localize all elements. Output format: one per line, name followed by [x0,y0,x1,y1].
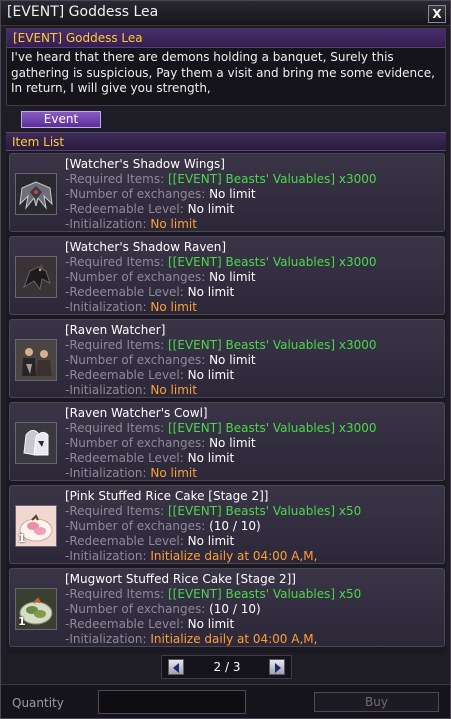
item-name: [Pink Stuffed Rice Cake [Stage 2]] [65,489,269,503]
title-bar[interactable]: [EVENT] Goddess Lea X [1,1,450,26]
initialization-value: No limit [150,383,197,397]
required-value: [[EVENT] Beasts' Valuables] x3000 [168,255,377,269]
redeemable-value: No limit [187,202,235,216]
raven-icon [15,256,57,298]
item-count: 1 [18,615,26,628]
redeemable-value: No limit [187,534,235,548]
required-value: [[EVENT] Beasts' Valuables] x3000 [168,338,377,352]
exchanges-value: No limit [209,353,256,367]
initialization-value: No limit [150,217,197,231]
initialization-label: -Initialization: [65,549,147,563]
exchanges-value: No limit [209,436,256,450]
required-label: -Required Items: [65,338,165,352]
required-label: -Required Items: [65,587,165,601]
mugwort-rice-cake-icon: 1 [15,588,57,630]
initialization-value: Initialize daily at 04:00 A,M, [150,632,318,646]
item-name: [Mugwort Stuffed Rice Cake [Stage 2]] [65,572,296,586]
exchanges-value: (10 / 10) [209,519,261,533]
purchase-bar: Quantity Buy [1,684,450,718]
npc-name-bar: [EVENT] Goddess Lea [7,29,445,48]
item-list: [Watcher's Shadow Wings] -Required Items… [6,151,446,653]
initialization-label: -Initialization: [65,300,147,314]
prev-page-button[interactable] [168,659,184,675]
exchanges-label: -Number of exchanges: [65,353,206,367]
item-count: 1 [18,532,26,545]
exchanges-label: -Number of exchanges: [65,187,206,201]
redeemable-label: -Redeemable Level: [65,617,184,631]
initialization-value: No limit [150,466,197,480]
quantity-input[interactable] [98,690,246,714]
npc-name: [EVENT] Goddess Lea [13,31,143,45]
required-label: -Required Items: [65,255,165,269]
redeemable-label: -Redeemable Level: [65,202,184,216]
list-item[interactable]: [Raven Watcher] -Required Items: [[EVENT… [9,319,445,398]
pagination: 2 / 3 [161,655,292,679]
exchanges-label: -Number of exchanges: [65,602,206,616]
buy-button[interactable]: Buy [314,692,439,712]
redeemable-value: No limit [187,617,235,631]
page-indicator: 2 / 3 [213,660,241,674]
wings-icon [15,173,57,215]
required-value: [[EVENT] Beasts' Valuables] x3000 [168,172,377,186]
item-name: [Raven Watcher's Cowl] [65,406,208,420]
pink-rice-cake-icon: 1 [15,505,57,547]
initialization-value: Initialize daily at 04:00 A,M, [150,549,318,563]
npc-exchange-window: [EVENT] Goddess Lea X [EVENT] Goddess Le… [0,0,451,719]
item-name: [Raven Watcher] [65,323,166,337]
list-item[interactable]: 1 [Pink Stuffed Rice Cake [Stage 2]] -Re… [9,485,445,564]
tab-event[interactable]: Event [21,111,101,128]
cowl-icon [15,422,57,464]
item-list-title: Item List [12,135,65,149]
required-label: -Required Items: [65,421,165,435]
redeemable-value: No limit [187,285,235,299]
exchanges-value: No limit [209,187,256,201]
redeemable-value: No limit [187,368,235,382]
quantity-label: Quantity [12,696,64,710]
chevron-right-icon [275,663,281,673]
item-list-header: Item List [6,132,446,151]
required-label: -Required Items: [65,172,165,186]
redeemable-label: -Redeemable Level: [65,368,184,382]
initialization-label: -Initialization: [65,217,147,231]
window-title: [EVENT] Goddess Lea [7,4,159,20]
exchanges-label: -Number of exchanges: [65,519,206,533]
item-name: [Watcher's Shadow Wings] [65,157,225,171]
list-item[interactable]: 1 [Mugwort Stuffed Rice Cake [Stage 2]] … [9,568,445,647]
close-button[interactable]: X [428,5,446,23]
initialization-value: No limit [150,300,197,314]
exchanges-label: -Number of exchanges: [65,270,206,284]
required-value: [[EVENT] Beasts' Valuables] x50 [168,587,362,601]
list-item[interactable]: [Raven Watcher's Cowl] -Required Items: … [9,402,445,481]
chevron-left-icon [173,663,179,673]
redeemable-label: -Redeemable Level: [65,285,184,299]
list-item[interactable]: [Watcher's Shadow Raven] -Required Items… [9,236,445,315]
required-value: [[EVENT] Beasts' Valuables] x50 [168,504,362,518]
next-page-button[interactable] [269,659,285,675]
item-name: [Watcher's Shadow Raven] [65,240,227,254]
redeemable-label: -Redeemable Level: [65,451,184,465]
npc-dialog-panel: [EVENT] Goddess Lea I've heard that ther… [6,28,446,106]
required-label: -Required Items: [65,504,165,518]
initialization-label: -Initialization: [65,466,147,480]
required-value: [[EVENT] Beasts' Valuables] x3000 [168,421,377,435]
npc-description: I've heard that there are demons holding… [11,50,435,95]
list-item[interactable]: [Watcher's Shadow Wings] -Required Items… [9,153,445,232]
costume-icon [15,339,57,381]
redeemable-value: No limit [187,451,235,465]
redeemable-label: -Redeemable Level: [65,534,184,548]
exchanges-value: (10 / 10) [209,602,261,616]
initialization-label: -Initialization: [65,632,147,646]
initialization-label: -Initialization: [65,383,147,397]
exchanges-value: No limit [209,270,256,284]
exchanges-label: -Number of exchanges: [65,436,206,450]
